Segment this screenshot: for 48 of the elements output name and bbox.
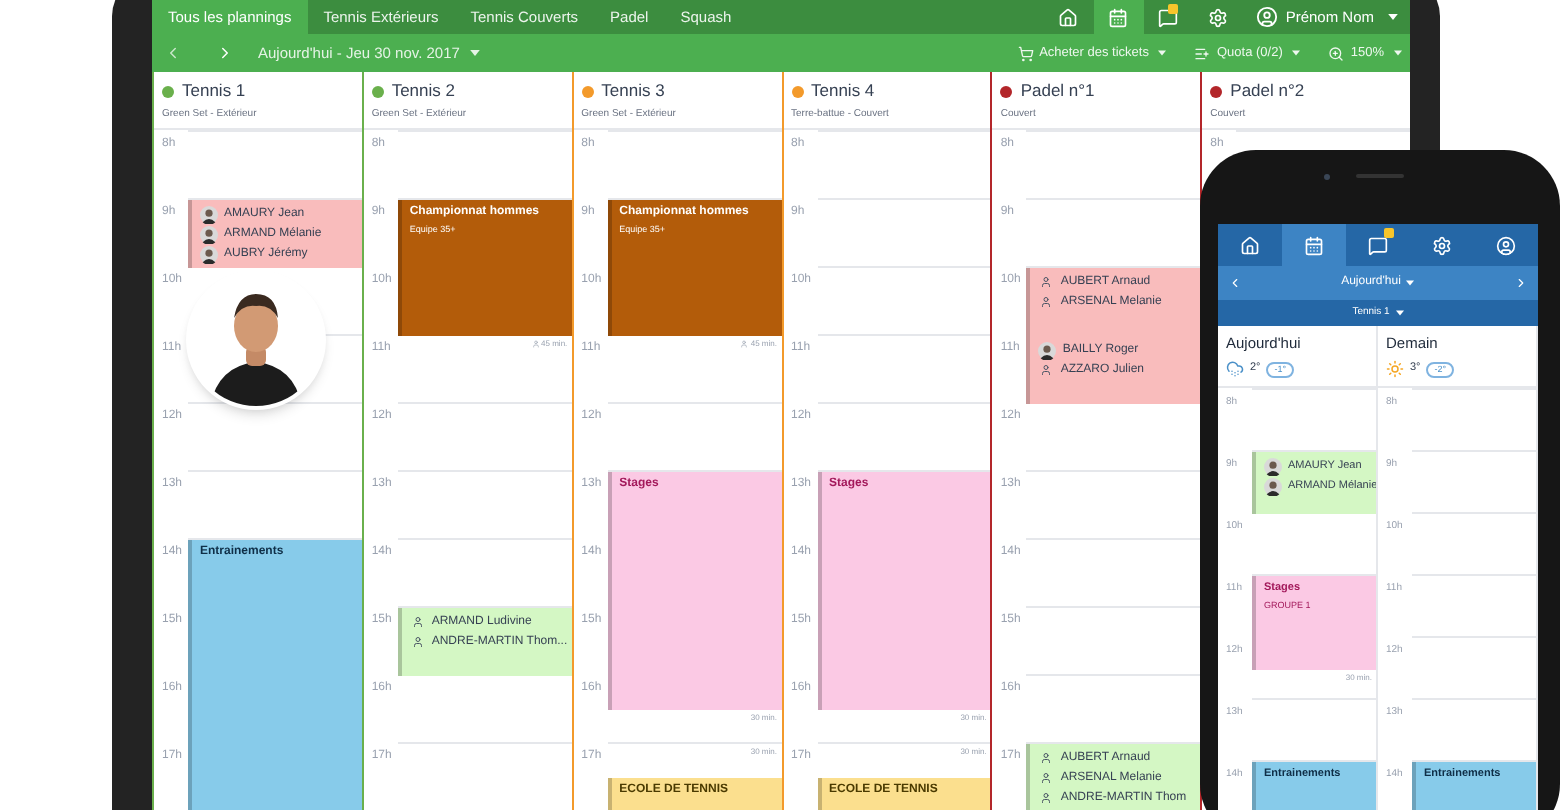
court-name: Padel n°1 [1020,80,1095,102]
settings-icon [1432,235,1452,255]
avatar [200,205,218,223]
user-icon [1496,235,1516,255]
avatar [200,225,218,243]
person-icon [531,339,540,347]
caret-icon [1406,280,1415,286]
caret-icon [1395,310,1404,316]
next-icon[interactable] [1514,276,1528,290]
caret-icon [1292,50,1301,56]
event-block[interactable] [397,266,572,336]
alert-badge [1384,228,1394,238]
user-icon [1255,6,1278,28]
next-icon[interactable] [216,44,234,62]
settings-icon [1208,7,1229,27]
caret-icon [1394,50,1402,56]
court-name: Tennis 1 [182,80,246,102]
camera-lens [1324,174,1330,180]
caret-icon [1388,14,1398,20]
event-block[interactable] [607,266,781,336]
avatar [1264,457,1282,475]
cart-icon [1017,45,1034,61]
court-name: Padel n°2 [1230,80,1305,102]
alert-badge [1167,4,1178,14]
nav-tab[interactable] [1093,0,1144,34]
nav-tab[interactable] [1282,224,1346,266]
chat-icon [1368,235,1388,255]
event-block[interactable] [1252,636,1376,669]
event-block[interactable] [817,674,991,710]
court-name: Tennis 3 [601,80,665,102]
previous-icon[interactable] [164,44,182,62]
court-name: Tennis 2 [391,80,455,102]
court-name: Tennis 4 [811,80,875,102]
zoom-icon [1328,45,1345,61]
calendar-icon [1108,7,1129,27]
home-icon [1058,7,1079,27]
home-icon [1240,235,1260,255]
person-icon [740,339,749,347]
avatar [1264,477,1282,495]
avatar [200,245,218,263]
caret-icon [1158,50,1167,56]
avatar [1038,341,1057,359]
chat-icon [1158,7,1179,27]
caret-icon [469,50,480,56]
calendar-icon [1304,235,1324,255]
previous-icon[interactable] [1228,276,1242,290]
event-block[interactable] [607,674,781,710]
list-plus-icon [1194,45,1211,61]
